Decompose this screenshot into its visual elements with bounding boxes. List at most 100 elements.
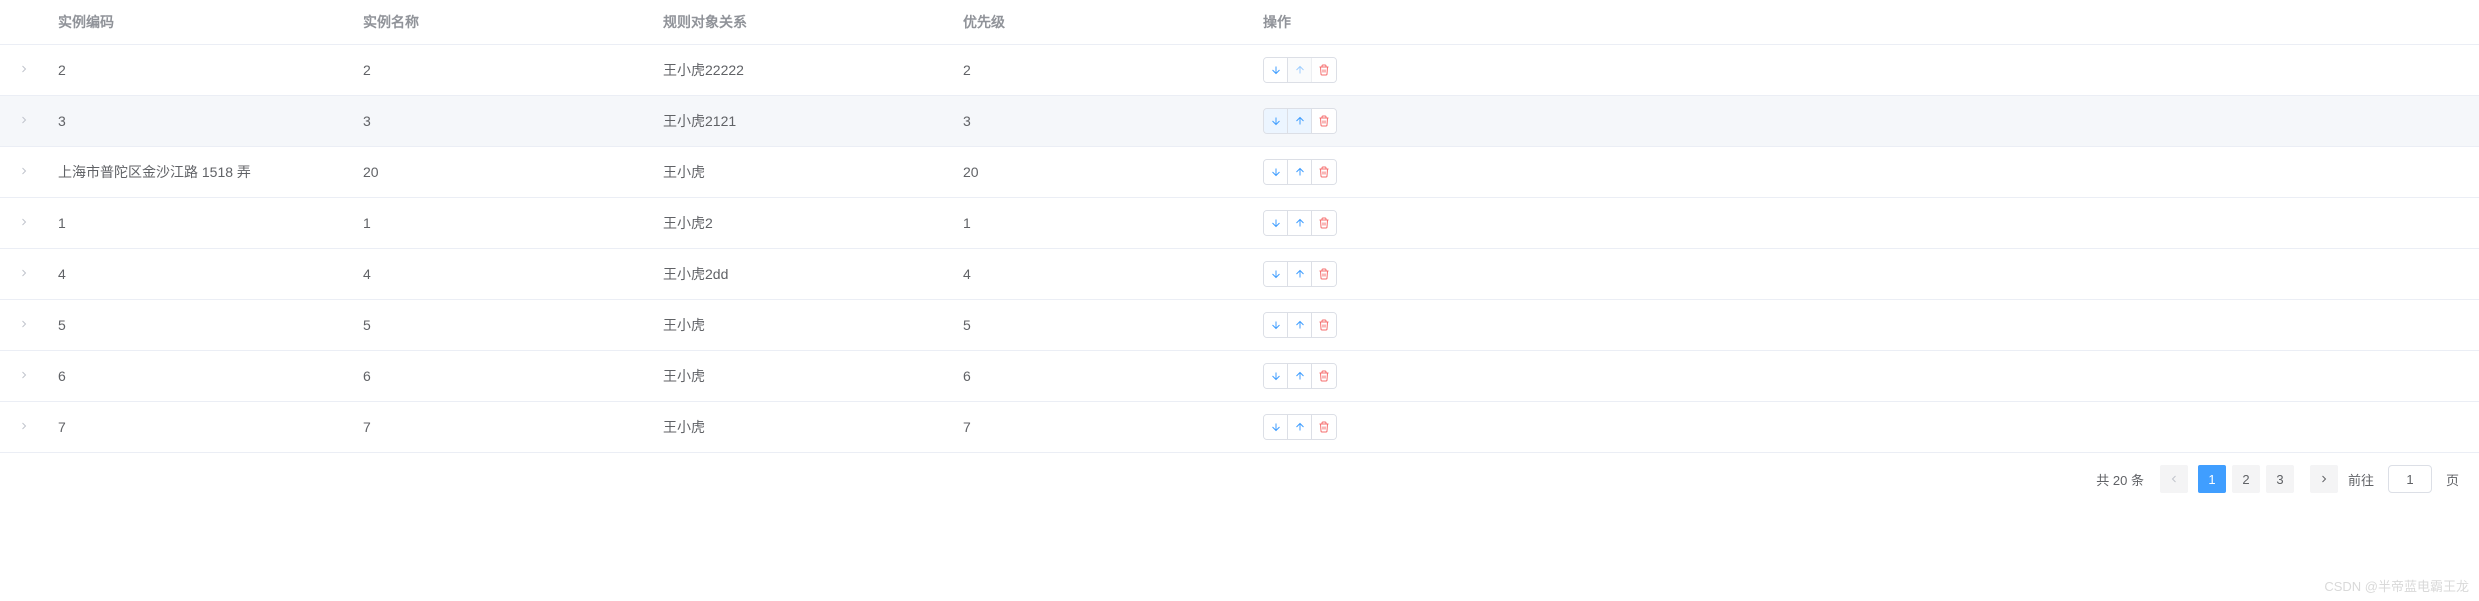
arrow-down-icon [1270,421,1282,433]
header-relation: 规则对象关系 [653,0,953,45]
cell-code: 上海市普陀区金沙江路 1518 弄 [48,147,353,198]
move-up-button[interactable] [1288,109,1312,133]
move-down-button[interactable] [1264,364,1288,388]
cell-priority: 1 [953,198,1253,249]
delete-button[interactable] [1312,313,1336,337]
cell-relation: 王小虎 [653,300,953,351]
header-action: 操作 [1253,0,2479,45]
page-button-3[interactable]: 3 [2266,465,2294,493]
chevron-left-icon [2168,473,2180,485]
cell-code: 5 [48,300,353,351]
prev-page-button[interactable] [2160,465,2188,493]
goto-page-input[interactable] [2388,465,2432,493]
watermark: CSDN @半帝蓝电霸王龙 [2324,576,2469,595]
cell-action [1253,351,2479,402]
arrow-down-icon [1270,166,1282,178]
cell-priority: 2 [953,45,1253,96]
cell-relation: 王小虎2121 [653,96,953,147]
cell-code: 4 [48,249,353,300]
chevron-right-icon [18,165,30,177]
delete-button[interactable] [1312,415,1336,439]
trash-icon [1318,421,1330,433]
action-button-group [1263,57,1337,83]
cell-action [1253,300,2479,351]
page-suffix: 页 [2446,470,2459,489]
trash-icon [1318,370,1330,382]
cell-action [1253,96,2479,147]
expand-cell[interactable] [0,147,48,198]
arrow-down-icon [1270,217,1282,229]
action-button-group [1263,108,1337,134]
cell-action [1253,402,2479,453]
arrow-down-icon [1270,115,1282,127]
cell-action [1253,249,2479,300]
move-down-button[interactable] [1264,109,1288,133]
move-down-button[interactable] [1264,262,1288,286]
data-table: 实例编码 实例名称 规则对象关系 优先级 操作 22王小虎22222233王小虎… [0,0,2479,453]
cell-name: 3 [353,96,653,147]
cell-relation: 王小虎 [653,351,953,402]
move-down-button[interactable] [1264,415,1288,439]
cell-relation: 王小虎 [653,147,953,198]
cell-name: 7 [353,402,653,453]
move-up-button[interactable] [1288,313,1312,337]
page-button-2[interactable]: 2 [2232,465,2260,493]
expand-cell[interactable] [0,45,48,96]
move-up-button[interactable] [1288,415,1312,439]
arrow-up-icon [1294,370,1306,382]
move-down-button[interactable] [1264,160,1288,184]
move-down-button[interactable] [1264,313,1288,337]
expand-cell[interactable] [0,198,48,249]
cell-action [1253,147,2479,198]
cell-name: 20 [353,147,653,198]
goto-label: 前往 [2348,470,2374,489]
chevron-right-icon [18,420,30,432]
chevron-right-icon [18,216,30,228]
action-button-group [1263,210,1337,236]
move-up-button[interactable] [1288,211,1312,235]
arrow-up-icon [1294,64,1306,76]
cell-code: 7 [48,402,353,453]
expand-cell[interactable] [0,402,48,453]
action-button-group [1263,159,1337,185]
cell-code: 1 [48,198,353,249]
expand-cell[interactable] [0,96,48,147]
delete-button[interactable] [1312,109,1336,133]
cell-relation: 王小虎2dd [653,249,953,300]
move-up-button[interactable] [1288,364,1312,388]
next-page-button[interactable] [2310,465,2338,493]
page-button-1[interactable]: 1 [2198,465,2226,493]
expand-cell[interactable] [0,249,48,300]
trash-icon [1318,64,1330,76]
move-up-button [1288,58,1312,82]
cell-action [1253,45,2479,96]
action-button-group [1263,363,1337,389]
arrow-down-icon [1270,370,1282,382]
table-row: 11王小虎21 [0,198,2479,249]
cell-name: 5 [353,300,653,351]
move-down-button[interactable] [1264,58,1288,82]
cell-relation: 王小虎2 [653,198,953,249]
delete-button[interactable] [1312,364,1336,388]
pagination: 共 20 条 123 前往 页 [0,453,2479,505]
delete-button[interactable] [1312,160,1336,184]
expand-cell[interactable] [0,351,48,402]
table-row: 77王小虎7 [0,402,2479,453]
move-down-button[interactable] [1264,211,1288,235]
trash-icon [1318,115,1330,127]
move-up-button[interactable] [1288,160,1312,184]
delete-button[interactable] [1312,58,1336,82]
expand-header [0,0,48,45]
arrow-down-icon [1270,268,1282,280]
trash-icon [1318,319,1330,331]
delete-button[interactable] [1312,262,1336,286]
trash-icon [1318,268,1330,280]
table-header-row: 实例编码 实例名称 规则对象关系 优先级 操作 [0,0,2479,45]
trash-icon [1318,166,1330,178]
arrow-up-icon [1294,319,1306,331]
cell-relation: 王小虎 [653,402,953,453]
move-up-button[interactable] [1288,262,1312,286]
expand-cell[interactable] [0,300,48,351]
delete-button[interactable] [1312,211,1336,235]
chevron-right-icon [2318,473,2330,485]
